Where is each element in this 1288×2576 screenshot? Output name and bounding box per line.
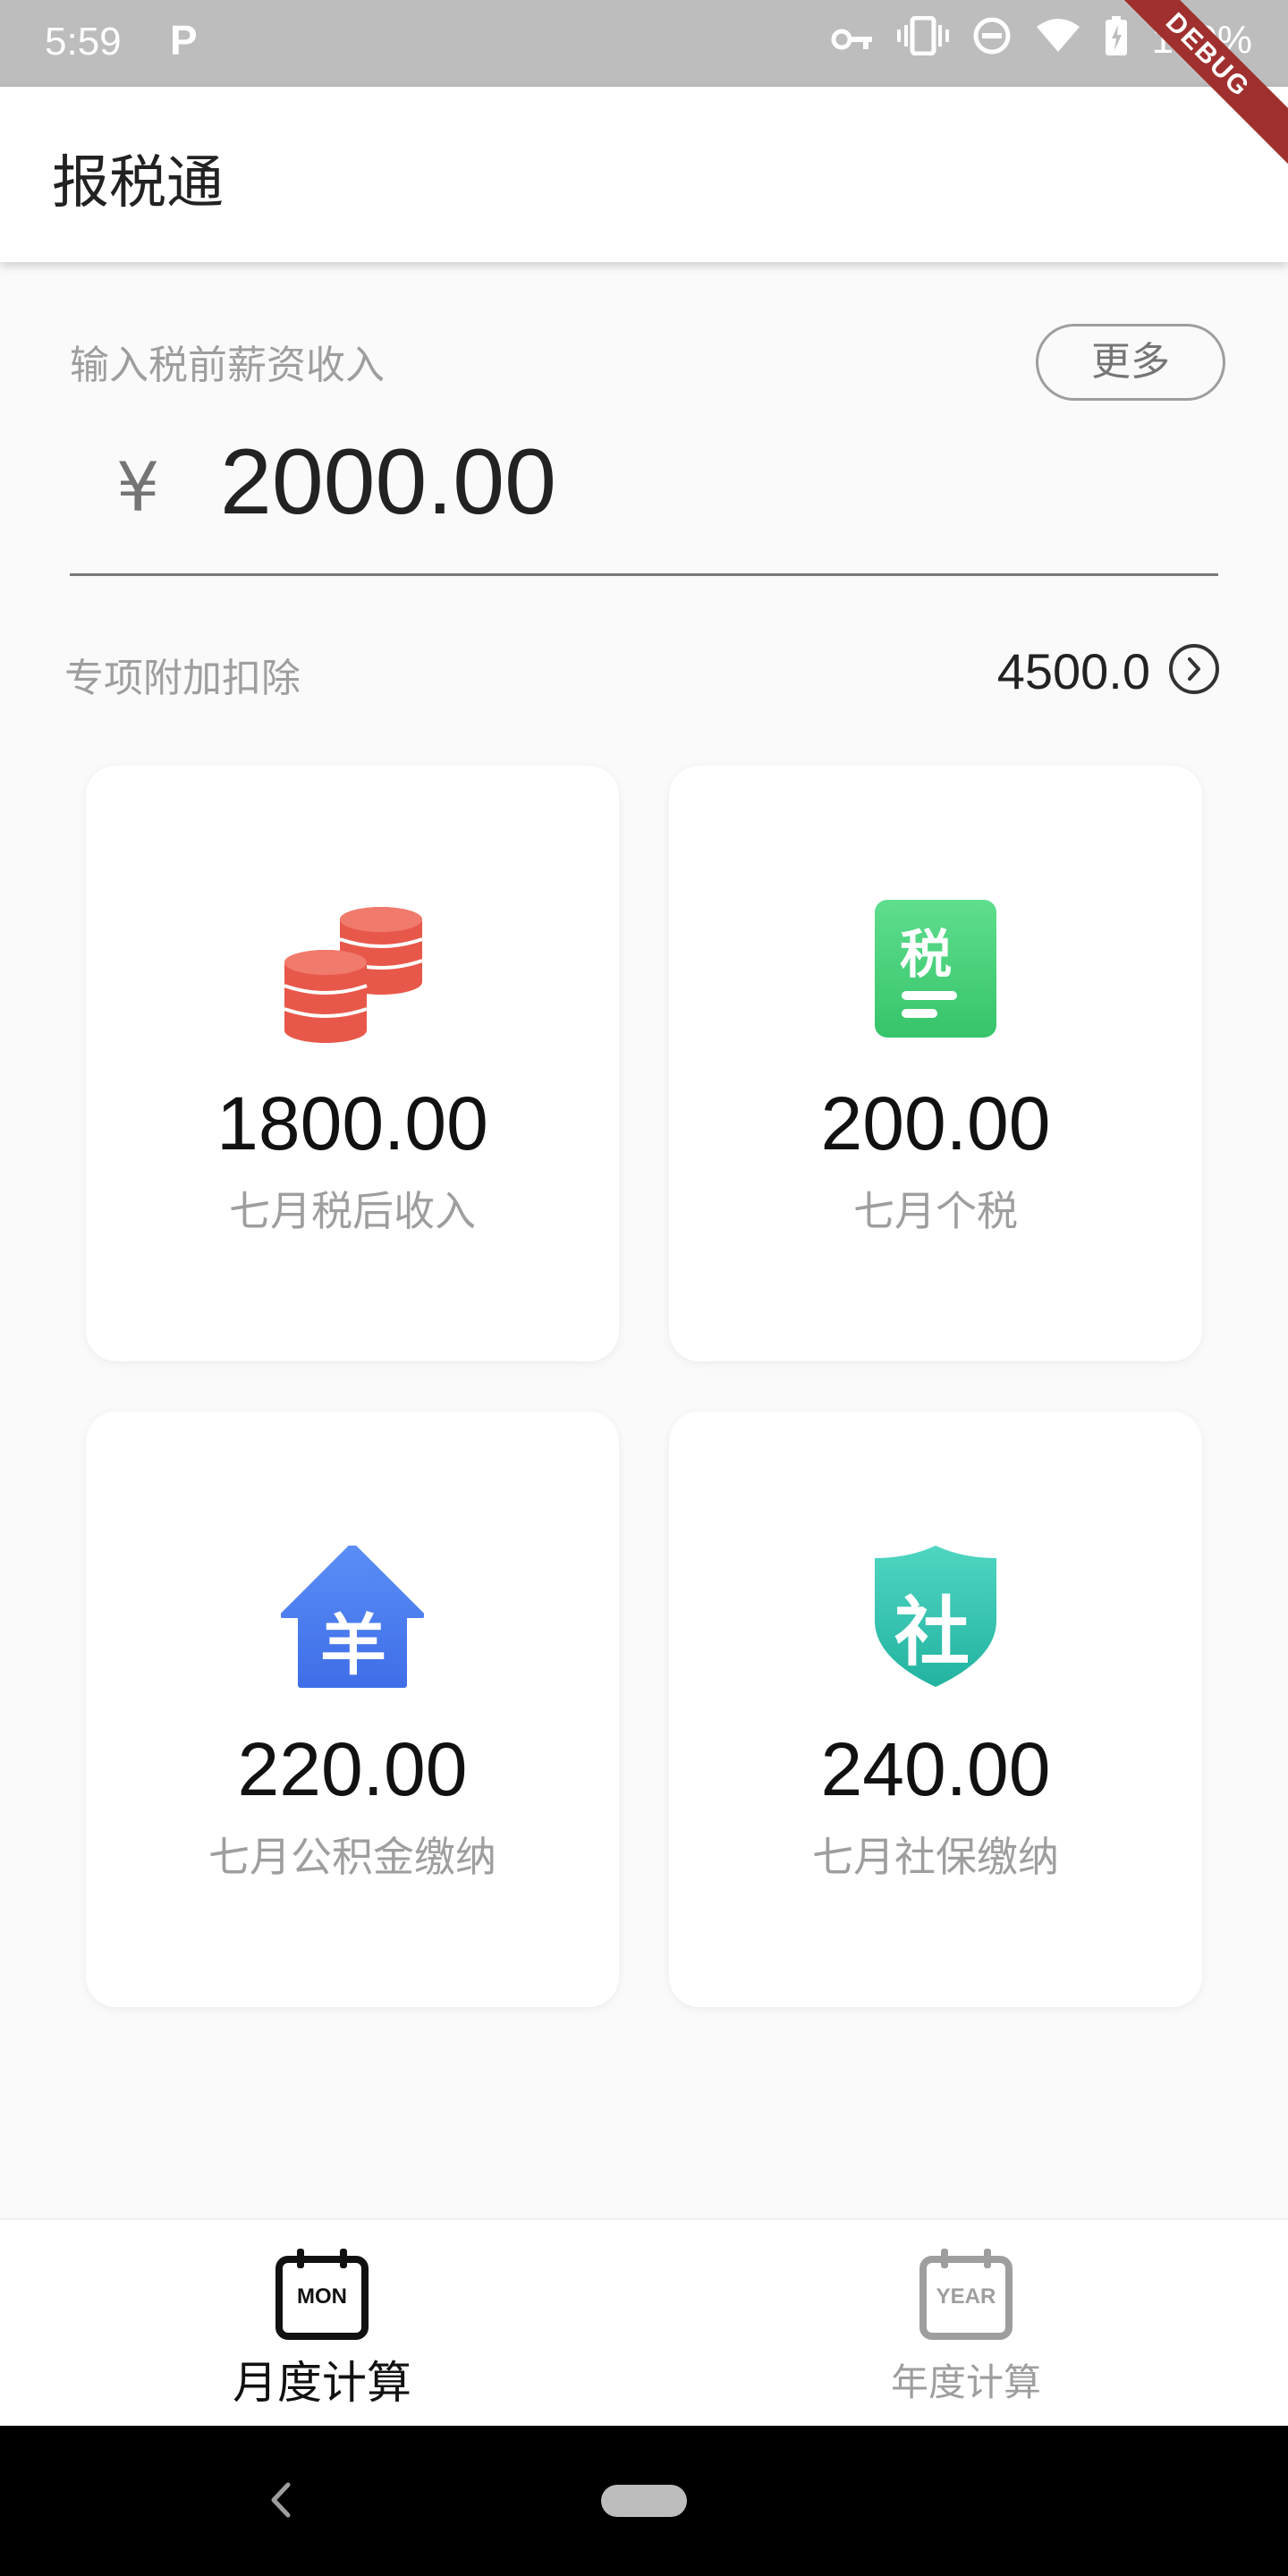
input-underline xyxy=(70,573,1218,576)
income-amount-input[interactable]: 2000.00 xyxy=(220,429,556,536)
system-navigation-bar xyxy=(0,2426,1288,2576)
status-bar: 5:59 P 100% xyxy=(0,0,1288,87)
card-after-tax-income[interactable]: 1800.00 七月税后收入 xyxy=(86,766,619,1361)
status-time: 5:59 xyxy=(45,20,122,64)
wifi-icon xyxy=(1035,18,1081,63)
tax-glyph: 税 xyxy=(900,924,953,985)
tab-monthly[interactable]: MON 月度计算 xyxy=(0,2220,644,2428)
do-not-disturb-icon xyxy=(972,16,1012,64)
card-social-security[interactable]: 社 240.00 七月社保缴纳 xyxy=(669,1411,1202,2007)
more-button[interactable]: 更多 xyxy=(1036,324,1225,401)
calendar-month-text: MON xyxy=(297,2284,347,2309)
vibrate-icon xyxy=(897,15,950,64)
housing-glyph: 羊 xyxy=(320,1607,386,1684)
card-value: 240.00 xyxy=(820,1727,1051,1811)
notification-p-icon: P xyxy=(170,17,198,64)
tab-yearly-label: 年度计算 xyxy=(890,2360,1041,2404)
card-label: 七月公积金缴纳 xyxy=(208,1833,496,1881)
card-label: 七月税后收入 xyxy=(229,1187,476,1235)
calendar-year-text: YEAR xyxy=(936,2284,996,2309)
tax-icon: 税 xyxy=(864,900,1007,1043)
deduction-label: 专项附加扣除 xyxy=(64,656,301,701)
battery-charging-icon xyxy=(1105,16,1128,64)
deduction-value[interactable]: 4500.0 xyxy=(997,642,1150,700)
bottom-navigation: MON 月度计算 YEAR 年度计算 xyxy=(0,2218,1288,2428)
page-title: 报税通 xyxy=(52,150,224,216)
housing-fund-icon: 羊 xyxy=(280,1543,425,1689)
tab-yearly[interactable]: YEAR 年度计算 xyxy=(644,2220,1288,2428)
income-label: 输入税前薪资收入 xyxy=(70,343,385,388)
card-housing-fund[interactable]: 羊 220.00 七月公积金缴纳 xyxy=(86,1411,619,2007)
card-label: 七月个税 xyxy=(853,1187,1018,1235)
card-income-tax[interactable]: 税 200.00 七月个税 xyxy=(669,766,1202,1361)
card-value: 220.00 xyxy=(237,1727,468,1811)
card-value: 200.00 xyxy=(820,1081,1051,1165)
social-glyph: 社 xyxy=(894,1589,970,1676)
card-value: 1800.00 xyxy=(216,1081,488,1165)
calendar-year-icon: YEAR xyxy=(918,2247,1014,2340)
home-pill[interactable] xyxy=(601,2485,687,2517)
calendar-month-icon: MON xyxy=(274,2247,370,2340)
social-security-shield-icon: 社 xyxy=(864,1546,1007,1689)
app-bar: 报税通 xyxy=(0,87,1288,262)
tab-monthly-label: 月度计算 xyxy=(233,2357,411,2409)
card-label: 七月社保缴纳 xyxy=(812,1833,1059,1881)
chevron-right-circle-icon[interactable] xyxy=(1169,644,1219,694)
back-icon[interactable] xyxy=(263,2478,299,2522)
vpn-key-icon xyxy=(831,20,874,61)
coins-icon xyxy=(281,900,424,1043)
currency-symbol: ¥ xyxy=(116,447,160,527)
